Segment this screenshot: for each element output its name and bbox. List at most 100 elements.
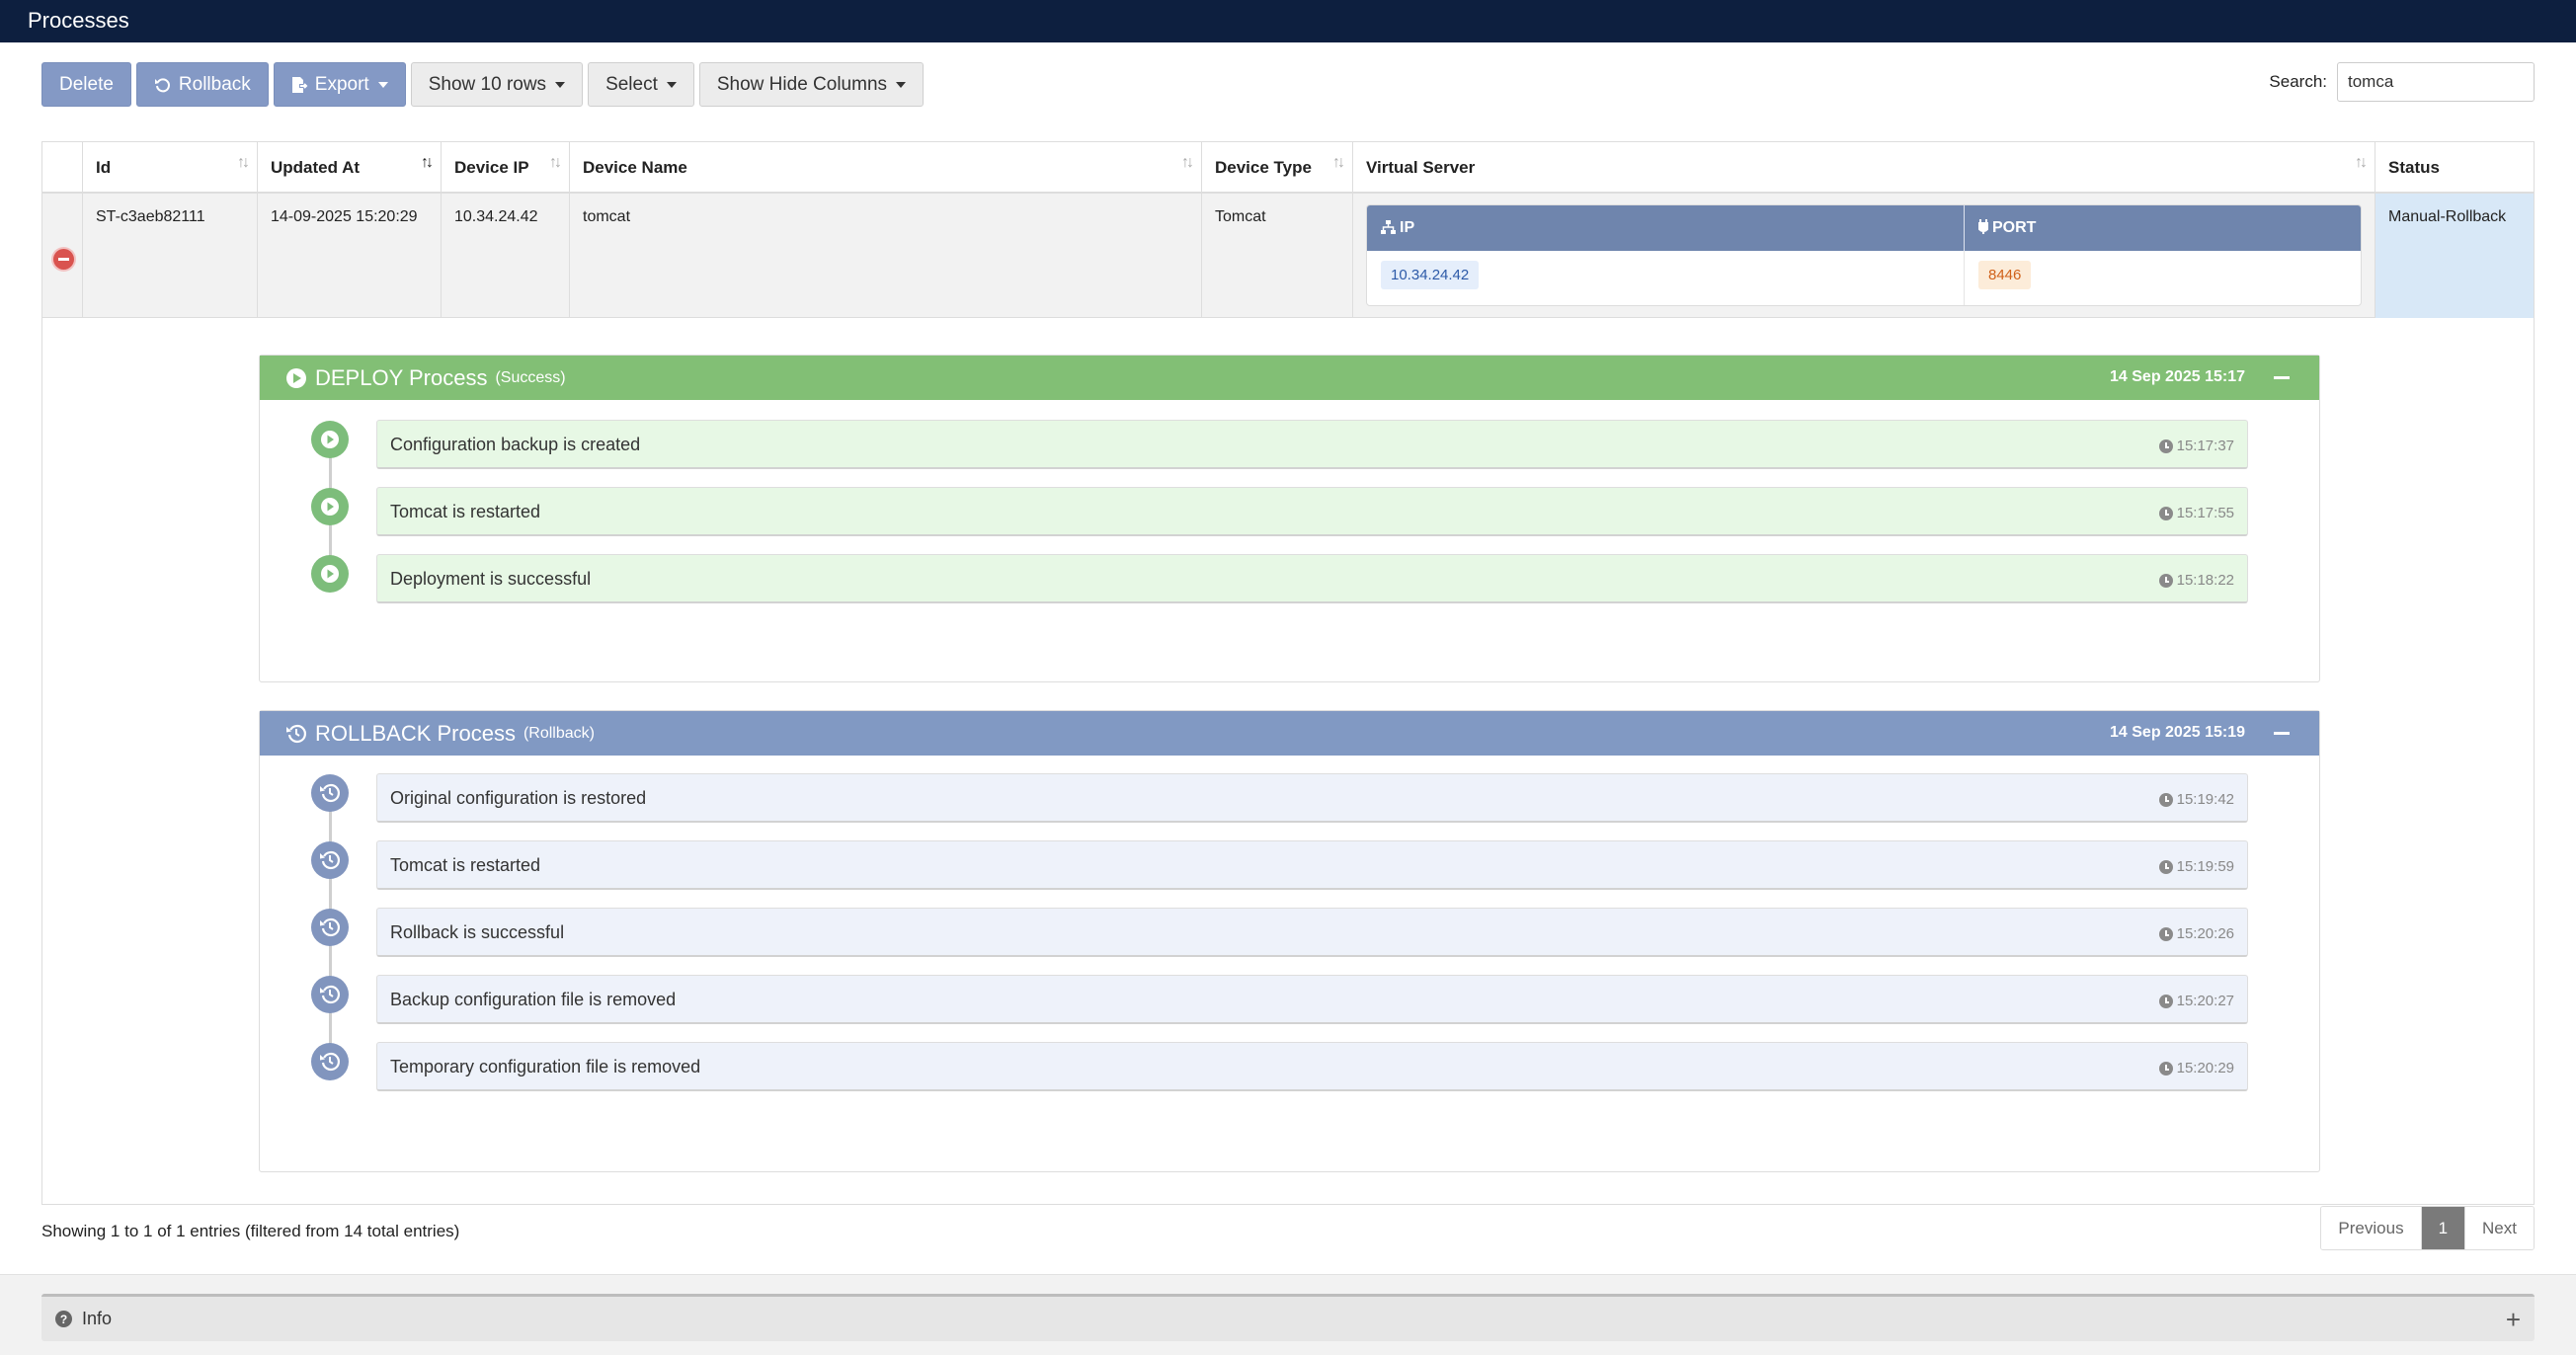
page-title: Processes [28,8,129,33]
step-time: 15:17:37 [2158,438,2234,454]
row-control-cell[interactable] [42,194,83,318]
export-button[interactable]: Export [273,62,406,107]
clock-icon [2158,438,2173,453]
cell-status: Manual-Rollback [2375,194,2534,318]
select-label: Select [605,73,658,95]
step-time: 15:19:59 [2158,858,2234,875]
show-hide-columns-dropdown[interactable]: Show Hide Columns [698,62,925,107]
step-text: Rollback is successful [390,922,565,942]
sort-icon: ↑↓ [549,154,562,171]
virtual-server-row: 10.34.24.42 8446 [1367,251,2361,305]
step-text: Deployment is successful [390,569,592,589]
clock-icon [2158,573,2173,588]
pagination-page-current[interactable]: 1 [2420,1207,2466,1249]
vs-ip-cell: 10.34.24.42 [1367,251,1965,305]
rollback-panel-header[interactable]: ROLLBACK Process (Rollback) 14 Sep 2025 … [260,711,2319,756]
collapse-row-icon[interactable] [53,249,74,270]
rollback-button[interactable]: Rollback [135,62,269,107]
clock-icon [2158,926,2173,941]
processes-table: Id ↑↓ Updated At ↑↓ Device IP ↑↓ Device … [41,141,2535,1205]
column-header-id[interactable]: Id ↑↓ [83,142,258,192]
step-text: Tomcat is restarted [390,855,541,875]
clock-icon [2158,994,2173,1008]
deploy-process-panel: DEPLOY Process (Success) 14 Sep 2025 15:… [259,355,2320,682]
rollback-label: Rollback [178,73,251,95]
timeline-item: Original configuration is restored 15:19… [260,773,2319,823]
timeline-card: Original configuration is restored 15:19… [376,773,2248,823]
port-badge: 8446 [1978,261,2032,289]
column-header-device-ip[interactable]: Device IP ↑↓ [442,142,570,192]
select-dropdown[interactable]: Select [588,62,694,107]
info-panel-label: Info [82,1309,113,1328]
play-circle-icon [286,367,306,388]
rollback-process-panel: ROLLBACK Process (Rollback) 14 Sep 2025 … [259,710,2320,1172]
app-title-bar: Processes [0,0,2576,42]
column-header-virtual-server[interactable]: Virtual Server ↑↓ [1353,142,2375,192]
timeline-item: Temporary configuration file is removed … [260,1042,2319,1091]
chevron-down-icon [666,81,677,88]
timeline-item: Deployment is successful 15:18:22 [260,554,2319,603]
step-time: 15:20:26 [2158,925,2234,942]
show-rows-label: Show 10 rows [428,73,547,95]
column-header-control [42,142,83,192]
vs-ip-header: IP [1367,205,1965,251]
sort-icon: ↑↓ [237,154,250,171]
export-label: Export [314,73,369,95]
deploy-panel-title: DEPLOY Process (Success) [285,365,566,391]
step-text: Tomcat is restarted [390,502,541,521]
collapse-icon[interactable] [2274,732,2290,735]
deploy-panel-date: 14 Sep 2025 15:17 [2110,368,2245,385]
clock-icon [2158,1061,2173,1076]
search-label: Search: [2269,72,2327,91]
timeline-item: Rollback is successful 15:20:26 [260,908,2319,957]
timeline-card: Configuration backup is created 15:17:37 [376,420,2248,469]
column-header-status[interactable]: Status [2375,142,2534,192]
ip-badge: 10.34.24.42 [1381,261,1480,289]
step-time: 15:19:42 [2158,791,2234,808]
column-header-device-type[interactable]: Device Type ↑↓ [1202,142,1353,192]
search-input[interactable] [2337,62,2535,102]
deploy-panel-header[interactable]: DEPLOY Process (Success) 14 Sep 2025 15:… [260,356,2319,400]
network-icon [1381,220,1396,234]
play-circle-icon [311,555,349,593]
timeline-card: Tomcat is restarted 15:17:55 [376,487,2248,536]
question-circle-icon: ? [55,1311,72,1327]
virtual-server-header: IP PORT [1367,205,2361,251]
timeline-item: Tomcat is restarted 15:19:59 [260,840,2319,890]
step-text: Temporary configuration file is removed [390,1057,701,1076]
cell-device-name: tomcat [570,194,1202,318]
step-text: Configuration backup is created [390,435,641,454]
sort-icon: ↑↓ [1332,154,1345,171]
sort-desc-icon: ↑↓ [421,154,434,171]
chevron-down-icon [377,81,388,88]
chevron-down-icon [555,81,566,88]
cell-updated-at: 14-09-2025 15:20:29 [258,194,442,318]
column-header-device-name[interactable]: Device Name ↑↓ [570,142,1202,192]
collapse-icon[interactable] [2274,376,2290,379]
timeline-card: Deployment is successful 15:18:22 [376,554,2248,603]
rollback-icon [154,77,170,92]
timeline-item: Tomcat is restarted 15:17:55 [260,487,2319,536]
cell-id: ST-c3aeb82111 [83,194,258,318]
clock-icon [2158,506,2173,520]
table-row[interactable]: ST-c3aeb82111 14-09-2025 15:20:29 10.34.… [42,194,2534,318]
table-header: Id ↑↓ Updated At ↑↓ Device IP ↑↓ Device … [42,142,2534,194]
timeline-item: Backup configuration file is removed 15:… [260,975,2319,1024]
step-time: 15:18:22 [2158,572,2234,589]
delete-button[interactable]: Delete [41,62,131,107]
show-rows-dropdown[interactable]: Show 10 rows [410,62,584,107]
play-circle-icon [311,421,349,458]
expand-plus-icon[interactable]: + [2506,1307,2521,1332]
timeline-card: Rollback is successful 15:20:26 [376,908,2248,957]
vs-port-header: PORT [1965,205,2050,251]
info-panel-header[interactable]: ? Info + [41,1294,2535,1341]
pagination-next[interactable]: Next [2465,1207,2534,1249]
cell-device-ip: 10.34.24.42 [442,194,570,318]
history-icon [311,774,349,812]
clock-icon [2158,859,2173,874]
pagination: Previous 1 Next [2320,1206,2535,1250]
delete-label: Delete [59,73,114,95]
pagination-previous[interactable]: Previous [2321,1207,2421,1249]
column-header-updated-at[interactable]: Updated At ↑↓ [258,142,442,192]
sort-icon: ↑↓ [2355,154,2368,171]
